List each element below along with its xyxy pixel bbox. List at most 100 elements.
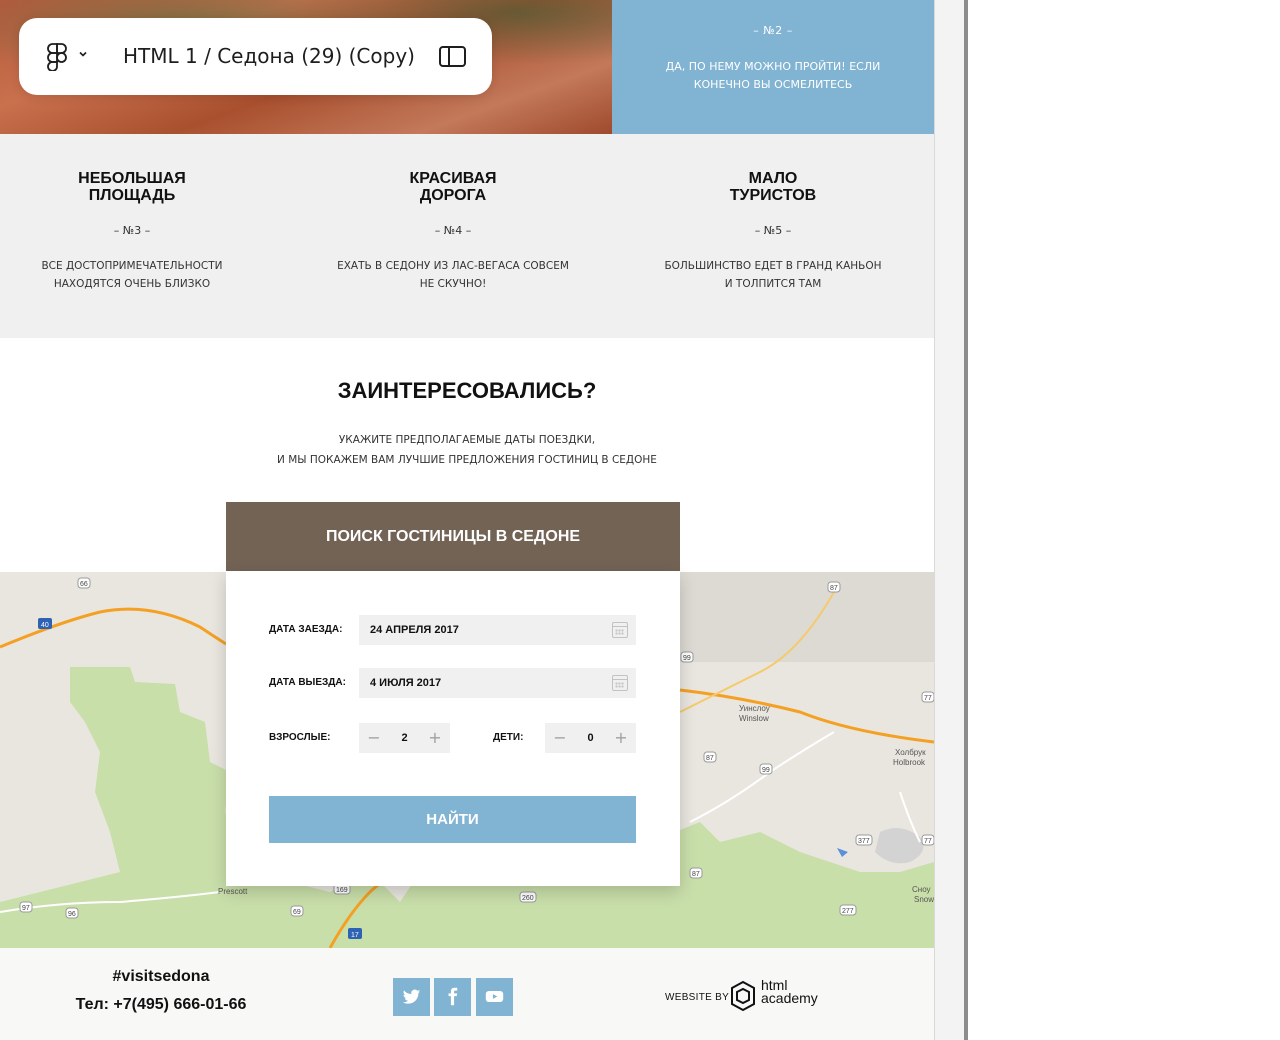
twitter-link[interactable] xyxy=(393,978,430,1016)
map-label-snow-en: Snow xyxy=(914,895,934,904)
svg-text:69: 69 xyxy=(293,909,301,916)
interest-subtitle-line: Укажите предполагаемые даты поездки, xyxy=(338,434,596,446)
children-increment-button[interactable]: + xyxy=(606,723,636,753)
svg-text:77: 77 xyxy=(924,695,932,702)
features-section: Небольшая площадь – №3 – Все достопримеч… xyxy=(0,134,934,338)
route-marker: 40 xyxy=(38,618,52,629)
route-marker: 260 xyxy=(519,891,537,903)
youtube-link[interactable] xyxy=(476,978,513,1016)
checkin-date-field[interactable]: 24 апреля 2017 xyxy=(359,615,636,645)
children-stepper[interactable]: − 0 + xyxy=(545,723,636,753)
svg-text:40: 40 xyxy=(41,622,49,629)
feature-description-line: Большинство едет в Гранд Каньон xyxy=(664,260,882,272)
svg-text:66: 66 xyxy=(80,581,88,588)
feature-title-line: Небольшая xyxy=(78,170,186,187)
hotel-search-title: Поиск гостиницы в Седоне xyxy=(325,528,581,545)
figma-file-toolbar: HTML 1 / Седона (29) (Copy) xyxy=(19,18,492,95)
interest-subtitle-line: и мы покажем вам лучшие предложения гост… xyxy=(277,454,657,466)
feature-small-area: Небольшая площадь – №3 – Все достопримеч… xyxy=(2,170,262,293)
feature-beautiful-road: Красивая дорога – №4 – Ехать в Седону из… xyxy=(323,170,583,293)
adults-increment-button[interactable]: + xyxy=(420,723,450,753)
twitter-icon xyxy=(402,989,421,1004)
route-marker: 87 xyxy=(689,867,703,879)
svg-text:97: 97 xyxy=(22,905,30,912)
footer-phone: Тел: +7(495) 666-01-66 xyxy=(75,996,247,1013)
route-marker: 377 xyxy=(855,834,873,846)
feature-description-line: Все достопримечательности xyxy=(41,260,223,272)
sidebar-toggle-icon[interactable] xyxy=(439,46,466,67)
html-academy-logo-icon[interactable] xyxy=(730,980,756,1012)
hero-feature-panel: – №2 – Да, по нему можно пройти! Если ко… xyxy=(612,0,934,134)
checkin-date-value: 24 апреля 2017 xyxy=(370,624,459,636)
feature-number: – №3 – xyxy=(113,224,151,237)
hero-feature-text: Да, по нему можно пройти! Если конечно в… xyxy=(665,60,881,91)
feature-description-line: Ехать в Седону из Лас-Вегаса совсем xyxy=(337,260,569,272)
feature-description-line: и толпится там xyxy=(724,278,822,290)
scrollbar[interactable] xyxy=(964,0,968,1040)
map-label-prescott: Prescott xyxy=(218,887,248,896)
feature-title: Небольшая площадь xyxy=(2,170,262,204)
sedona-page-frame: – №2 – Да, по нему можно пройти! Если ко… xyxy=(0,0,934,1040)
facebook-icon xyxy=(448,987,458,1006)
route-marker: 99 xyxy=(680,651,694,663)
feature-title: Мало туристов xyxy=(643,170,903,204)
figma-logo-icon[interactable] xyxy=(47,43,67,71)
svg-text:260: 260 xyxy=(522,895,534,902)
svg-text:96: 96 xyxy=(68,911,76,918)
checkout-date-field[interactable]: 4 июля 2017 xyxy=(359,668,636,698)
svg-text:277: 277 xyxy=(842,908,854,915)
checkout-date-value: 4 июля 2017 xyxy=(370,677,442,689)
youtube-icon xyxy=(485,990,504,1003)
route-marker: 66 xyxy=(77,577,91,589)
chevron-down-icon[interactable] xyxy=(77,48,89,60)
feature-title: Красивая дорога xyxy=(323,170,583,204)
hero-feature-number: – №2 – xyxy=(753,24,793,37)
canvas-background xyxy=(934,0,964,1040)
feature-description: Все достопримечательности находятся очен… xyxy=(2,257,262,293)
svg-text:17: 17 xyxy=(351,932,359,939)
calendar-icon[interactable] xyxy=(612,622,628,638)
map-label-winslow-en: Winslow xyxy=(739,714,769,723)
adults-stepper[interactable]: − 2 + xyxy=(359,723,450,753)
svg-text:87: 87 xyxy=(830,585,838,592)
svg-text:99: 99 xyxy=(762,767,770,774)
svg-text:87: 87 xyxy=(706,755,714,762)
map-label-holbrook-ru: Холбрук xyxy=(895,748,926,757)
find-button[interactable]: Найти xyxy=(269,796,636,843)
adults-decrement-button[interactable]: − xyxy=(359,723,389,753)
route-marker: 277 xyxy=(839,904,857,916)
hotel-search-header: Поиск гостиницы в Седоне xyxy=(226,502,680,571)
interest-subtitle: Укажите предполагаемые даты поездки, и м… xyxy=(0,430,934,470)
map-label-winslow-ru: Уинслоу xyxy=(739,704,770,713)
calendar-icon[interactable] xyxy=(612,675,628,691)
academy-logo-line: academy xyxy=(761,990,818,1006)
map-label-snow-ru: Сноу xyxy=(912,885,931,894)
svg-text:87: 87 xyxy=(692,871,700,878)
map-label-holbrook-en: Holbrook xyxy=(893,758,926,767)
svg-text:377: 377 xyxy=(858,838,870,845)
route-marker: 99 xyxy=(759,763,773,775)
facebook-link[interactable] xyxy=(434,978,471,1016)
document-title[interactable]: HTML 1 / Седона (29) (Copy) xyxy=(123,18,415,95)
route-marker: 17 xyxy=(348,928,362,939)
route-marker: 87 xyxy=(827,581,841,593)
svg-text:99: 99 xyxy=(683,655,691,662)
children-count[interactable]: 0 xyxy=(575,723,606,753)
feature-description: Ехать в Седону из Лас-Вегаса совсем не с… xyxy=(323,257,583,293)
interest-title: Заинтересовались? xyxy=(337,378,597,403)
feature-title-line: дорога xyxy=(419,187,487,204)
svg-text:169: 169 xyxy=(336,887,348,894)
svg-text:77: 77 xyxy=(924,838,932,845)
route-marker: 77 xyxy=(921,834,934,846)
website-by-label: WEBSITE BY xyxy=(665,992,730,1003)
checkout-label: Дата выезда: xyxy=(269,677,346,688)
footer-hashtag[interactable]: #visitsedona xyxy=(0,968,322,986)
html-academy-logo[interactable]: html academy xyxy=(761,978,818,1006)
feature-description-line: находятся очень близко xyxy=(53,278,211,290)
checkin-label: Дата заезда: xyxy=(269,624,343,635)
adults-count[interactable]: 2 xyxy=(389,723,420,753)
figma-canvas: – №2 – Да, по нему можно пройти! Если ко… xyxy=(0,0,1280,1040)
route-marker: 77 xyxy=(921,691,934,703)
children-decrement-button[interactable]: − xyxy=(545,723,575,753)
feature-number: – №5 – xyxy=(754,224,792,237)
